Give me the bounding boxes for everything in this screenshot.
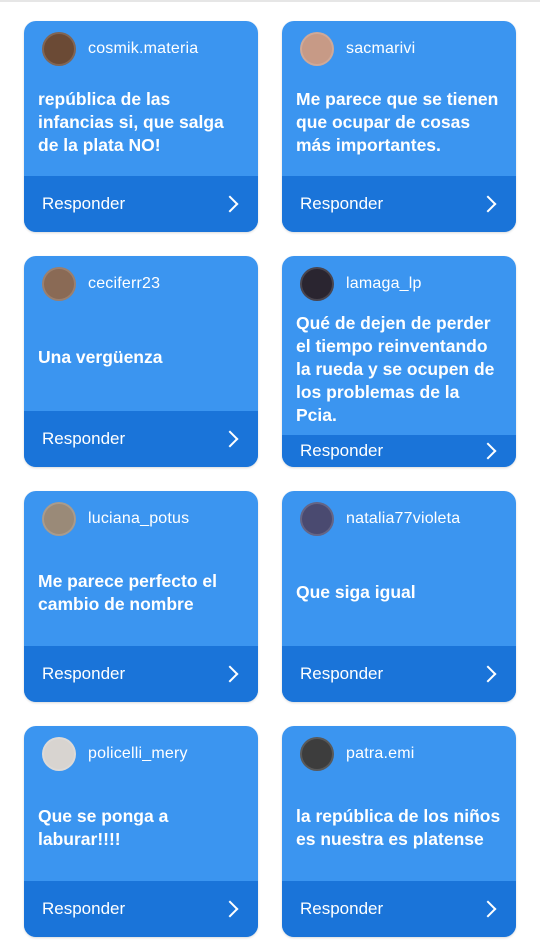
user-row: sacmarivi <box>300 21 502 77</box>
chevron-right-icon <box>221 665 239 683</box>
reply-button[interactable]: Responder <box>24 646 258 702</box>
response-card[interactable]: luciana_potus Me parece perfecto el camb… <box>24 491 258 702</box>
response-text: Me parece perfecto el cambio de nombre <box>38 570 217 614</box>
avatar[interactable] <box>42 267 76 301</box>
avatar[interactable] <box>42 32 76 66</box>
username[interactable]: sacmarivi <box>346 40 415 58</box>
avatar[interactable] <box>300 267 334 301</box>
user-row: cosmik.materia <box>42 21 244 77</box>
card-body: policelli_mery Que se ponga a laburar!!!… <box>24 726 258 881</box>
reply-button[interactable]: Responder <box>24 411 258 467</box>
reply-label: Responder <box>300 664 384 683</box>
username[interactable]: patra.emi <box>346 745 415 763</box>
response-text: Me parece que se tienen que ocupar de co… <box>296 89 499 155</box>
card-body: ceciferr23 Una vergüenza <box>24 256 258 411</box>
chevron-right-icon <box>479 195 497 213</box>
chevron-right-icon <box>479 900 497 918</box>
response-text: la república de los niños es nuestra es … <box>296 805 501 849</box>
username[interactable]: cosmik.materia <box>88 40 198 58</box>
avatar[interactable] <box>300 502 334 536</box>
username[interactable]: lamaga_lp <box>346 275 422 293</box>
reply-label: Responder <box>300 194 384 213</box>
reply-button[interactable]: Responder <box>282 176 516 232</box>
response-text: república de las infancias si, que salga… <box>38 89 224 155</box>
card-body: cosmik.materia república de las infancia… <box>24 21 258 176</box>
card-body: patra.emi la república de los niños es n… <box>282 726 516 881</box>
reply-button[interactable]: Responder <box>24 176 258 232</box>
response-card[interactable]: cosmik.materia república de las infancia… <box>24 21 258 232</box>
username[interactable]: luciana_potus <box>88 510 189 528</box>
chevron-right-icon <box>479 442 497 460</box>
username[interactable]: natalia77violeta <box>346 510 460 528</box>
user-row: ceciferr23 <box>42 256 244 312</box>
reply-label: Responder <box>42 194 126 213</box>
card-body: natalia77violeta Que siga igual <box>282 491 516 646</box>
user-row: natalia77violeta <box>300 491 502 547</box>
response-card[interactable]: ceciferr23 Una vergüenza Responder <box>24 256 258 467</box>
user-row: luciana_potus <box>42 491 244 547</box>
username[interactable]: policelli_mery <box>88 745 188 763</box>
card-body: sacmarivi Me parece que se tienen que oc… <box>282 21 516 176</box>
response-text: Una vergüenza <box>38 347 163 367</box>
user-row: lamaga_lp <box>300 256 502 312</box>
response-card[interactable]: lamaga_lp Qué de dejen de perder el tiem… <box>282 256 516 467</box>
reply-button[interactable]: Responder <box>282 646 516 702</box>
reply-button[interactable]: Responder <box>24 881 258 937</box>
top-divider <box>0 0 540 2</box>
chevron-right-icon <box>221 430 239 448</box>
chevron-right-icon <box>479 665 497 683</box>
reply-label: Responder <box>42 899 126 918</box>
response-card[interactable]: policelli_mery Que se ponga a laburar!!!… <box>24 726 258 937</box>
avatar[interactable] <box>42 737 76 771</box>
avatar[interactable] <box>300 737 334 771</box>
chevron-right-icon <box>221 195 239 213</box>
reply-button[interactable]: Responder <box>282 881 516 937</box>
reply-label: Responder <box>42 429 126 448</box>
avatar[interactable] <box>300 32 334 66</box>
card-body: lamaga_lp Qué de dejen de perder el tiem… <box>282 256 516 435</box>
user-row: policelli_mery <box>42 726 244 782</box>
response-text: Que siga igual <box>296 582 416 602</box>
response-text: Qué de dejen de perder el tiempo reinven… <box>296 313 495 425</box>
response-card[interactable]: patra.emi la república de los niños es n… <box>282 726 516 937</box>
reply-label: Responder <box>300 899 384 918</box>
reply-label: Responder <box>42 664 126 683</box>
card-body: luciana_potus Me parece perfecto el camb… <box>24 491 258 646</box>
response-card[interactable]: natalia77violeta Que siga igual Responde… <box>282 491 516 702</box>
response-text: Que se ponga a laburar!!!! <box>38 805 169 849</box>
avatar[interactable] <box>42 502 76 536</box>
response-card[interactable]: sacmarivi Me parece que se tienen que oc… <box>282 21 516 232</box>
question-responses-grid: cosmik.materia república de las infancia… <box>24 21 516 937</box>
reply-label: Responder <box>300 441 384 460</box>
user-row: patra.emi <box>300 726 502 782</box>
chevron-right-icon <box>221 900 239 918</box>
username[interactable]: ceciferr23 <box>88 275 160 293</box>
reply-button[interactable]: Responder <box>282 435 516 467</box>
